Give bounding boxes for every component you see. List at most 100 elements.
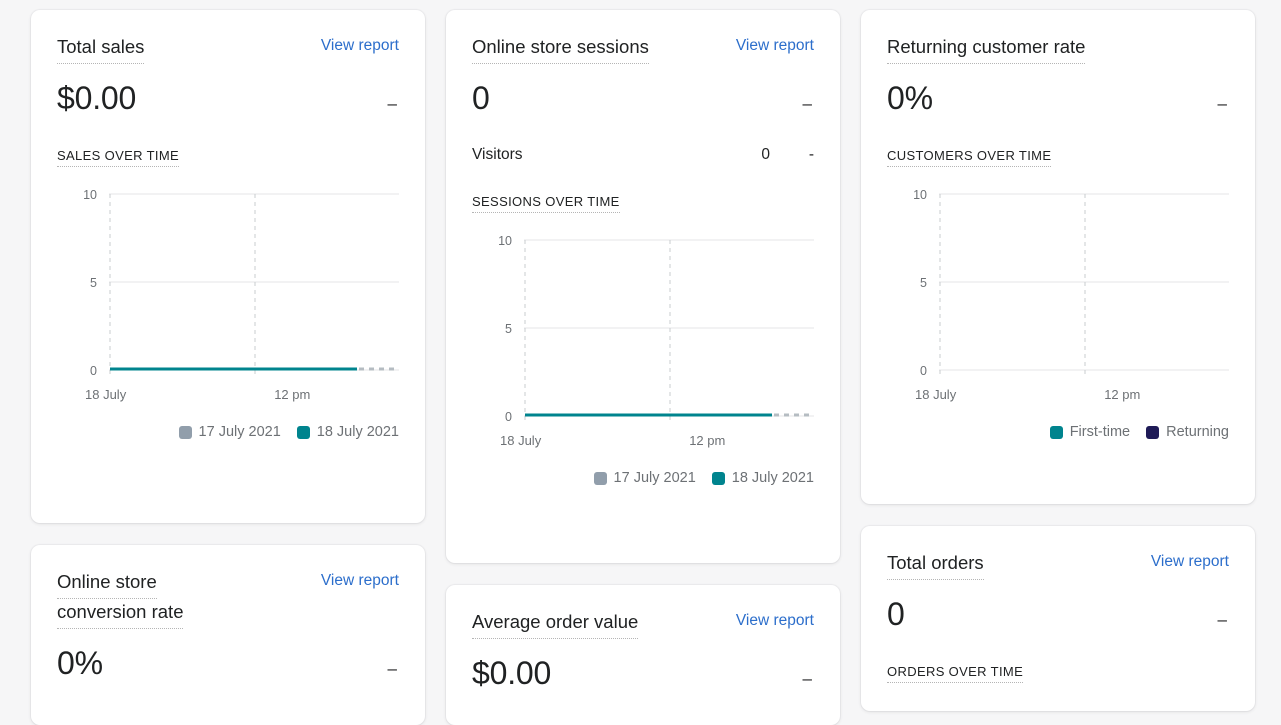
legend-swatch-icon [296, 425, 310, 439]
legend-item[interactable]: 17 July 2021 [593, 470, 696, 486]
card-average-order-value: Average order value View report $0.00 – [446, 585, 840, 725]
x-tick-label: 12 pm [689, 433, 726, 448]
card-title-line: Returning customer rate [887, 34, 1086, 64]
legend-swatch-icon [711, 471, 725, 485]
metric-delta-returning-customer-rate: – [1217, 94, 1227, 113]
chart-svg-customers: 10 5 0 [913, 188, 1229, 378]
legend-label: 17 July 2021 [198, 424, 281, 440]
card-online-store-conversion-rate: Online store conversion rate View report… [31, 545, 425, 725]
card-total-orders: Total orders View report 0 – ORDERS OVER… [861, 526, 1255, 711]
y-tick-label: 10 [498, 234, 512, 248]
chart-customers-over-time: 10 5 0 18 July 12 pm First-time Returnin… [887, 183, 1229, 440]
card-header: Total sales View report [57, 34, 399, 64]
card-header: Online store conversion rate View report [57, 569, 399, 629]
metric-value-sessions: 0 [472, 80, 490, 116]
x-tick-label: 18 July [500, 433, 542, 448]
card-header: Returning customer rate [887, 34, 1229, 64]
card-title-total-sales: Total sales [57, 34, 145, 64]
card-title-line: conversion rate [57, 599, 184, 629]
metric-delta-total-sales: – [387, 94, 397, 113]
y-tick-label: 5 [505, 322, 512, 336]
section-label-sales-over-time: SALES OVER TIME [57, 148, 180, 167]
view-report-link-sessions[interactable]: View report [736, 34, 814, 58]
view-report-link-total-orders[interactable]: View report [1151, 550, 1229, 574]
metric-row: 0% – [57, 643, 399, 683]
card-title-online-store-sessions: Online store sessions [472, 34, 649, 64]
metric-row: 0 – [887, 594, 1229, 634]
card-header: Total orders View report [887, 550, 1229, 580]
y-tick-label: 10 [83, 188, 97, 202]
card-returning-customer-rate: Returning customer rate 0% – CUSTOMERS O… [861, 10, 1255, 504]
chart-svg-sessions: 10 5 0 [498, 234, 814, 424]
card-header: Online store sessions View report [472, 34, 814, 64]
card-title-line: Average order value [472, 609, 639, 639]
view-report-link-average-order-value[interactable]: View report [736, 609, 814, 633]
metric-value-total-orders: 0 [887, 596, 905, 632]
card-header: Average order value View report [472, 609, 814, 639]
chart-svg-sales: 10 5 0 [83, 188, 399, 378]
chart-sessions-over-time: 10 5 0 18 July 12 pm 17 July 2021 18 Jul… [472, 229, 814, 486]
section-label-customers-over-time: CUSTOMERS OVER TIME [887, 148, 1052, 167]
card-title-conversion-rate: Online store conversion rate [57, 569, 184, 629]
card-online-store-sessions: Online store sessions View report 0 – Vi… [446, 10, 840, 563]
card-total-sales: Total sales View report $0.00 – SALES OV… [31, 10, 425, 523]
legend-label: 17 July 2021 [613, 470, 696, 486]
view-report-link-total-sales[interactable]: View report [321, 34, 399, 58]
metric-row: $0.00 – [472, 653, 814, 693]
legend-swatch-icon [1146, 425, 1160, 439]
section-label-orders-over-time: ORDERS OVER TIME [887, 664, 1024, 683]
legend-swatch-icon [1049, 425, 1063, 439]
x-tick-label: 12 pm [1104, 387, 1141, 402]
analytics-dashboard: Total sales View report $0.00 – SALES OV… [0, 0, 1281, 725]
y-tick-label: 5 [90, 276, 97, 290]
legend-item[interactable]: First-time [1049, 424, 1131, 440]
legend-item[interactable]: 18 July 2021 [296, 424, 399, 440]
legend-label: Returning [1166, 424, 1229, 440]
legend-label: First-time [1069, 424, 1131, 440]
y-tick-label: 0 [505, 410, 512, 424]
y-tick-label: 5 [920, 276, 927, 290]
sub-metric-delta: - [808, 146, 814, 163]
legend-swatch-icon [593, 471, 607, 485]
metric-value-returning-customer-rate: 0% [887, 80, 933, 116]
card-title-returning-customer-rate: Returning customer rate [887, 34, 1086, 64]
card-title-total-orders: Total orders [887, 550, 984, 580]
x-tick-label: 18 July [85, 387, 127, 402]
sub-metric-value: 0 [761, 146, 770, 163]
metric-value-average-order-value: $0.00 [472, 655, 552, 691]
dashboard-column-2: Online store sessions View report 0 – Vi… [446, 10, 840, 725]
legend-label: 18 July 2021 [316, 424, 399, 440]
x-tick-label: 12 pm [274, 387, 311, 402]
metric-value-conversion-rate: 0% [57, 645, 103, 681]
dashboard-column-3: Returning customer rate 0% – CUSTOMERS O… [861, 10, 1255, 711]
legend-swatch-icon [178, 425, 192, 439]
view-report-link-conversion-rate[interactable]: View report [321, 569, 399, 593]
sub-metric-label: Visitors [472, 146, 523, 163]
card-title-line: Total sales [57, 34, 145, 64]
y-tick-label: 10 [913, 188, 927, 202]
card-title-line: Total orders [887, 550, 984, 580]
chart-legend-sessions: 17 July 2021 18 July 2021 [472, 470, 814, 486]
y-tick-label: 0 [90, 364, 97, 378]
dashboard-column-1: Total sales View report $0.00 – SALES OV… [31, 10, 425, 725]
legend-item[interactable]: 18 July 2021 [711, 470, 814, 486]
metric-delta-average-order-value: – [802, 669, 812, 688]
chart-legend-customers: First-time Returning [887, 424, 1229, 440]
metric-delta-sessions: – [802, 94, 812, 113]
chart-legend-sales: 17 July 2021 18 July 2021 [57, 424, 399, 440]
legend-label: 18 July 2021 [731, 470, 814, 486]
sub-metric-visitors: Visitors 0 - [472, 146, 814, 164]
section-label-sessions-over-time: SESSIONS OVER TIME [472, 194, 620, 213]
card-title-line: Online store sessions [472, 34, 649, 64]
y-tick-label: 0 [920, 364, 927, 378]
metric-delta-total-orders: – [1217, 610, 1227, 629]
card-title-average-order-value: Average order value [472, 609, 639, 639]
metric-row: 0% – [887, 78, 1229, 118]
x-tick-label: 18 July [915, 387, 957, 402]
legend-item[interactable]: Returning [1146, 424, 1229, 440]
metric-delta-conversion-rate: – [387, 659, 397, 678]
metric-row: $0.00 – [57, 78, 399, 118]
legend-item[interactable]: 17 July 2021 [178, 424, 281, 440]
metric-value-total-sales: $0.00 [57, 80, 137, 116]
metric-row: 0 – [472, 78, 814, 118]
